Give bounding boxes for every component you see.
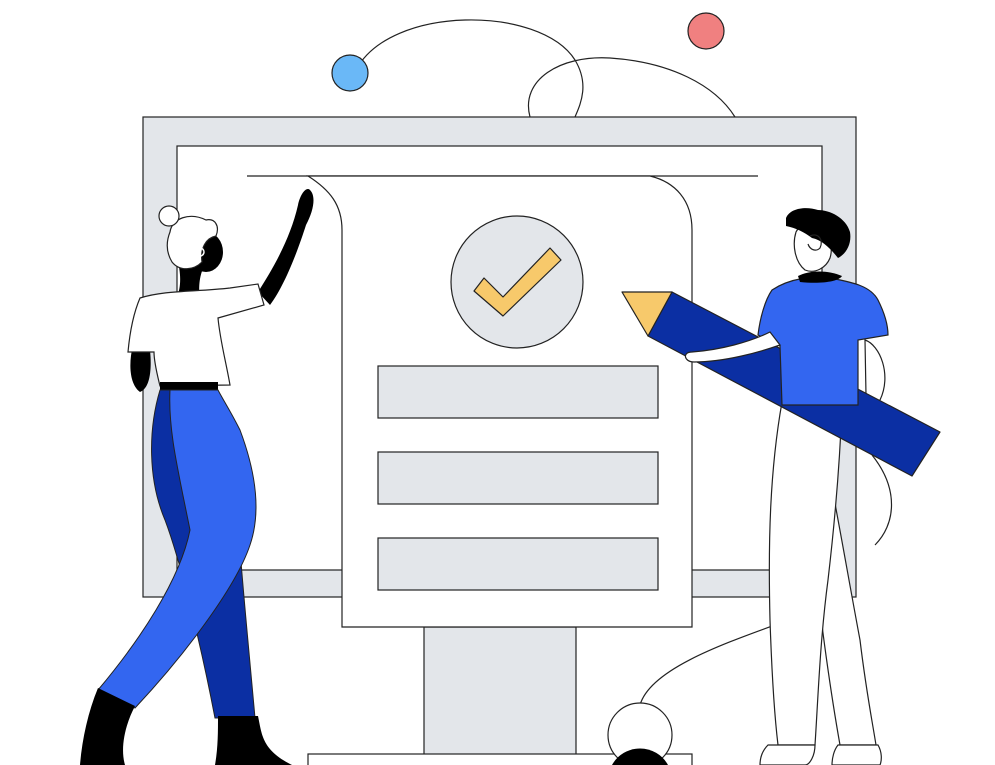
form-field-1: [377, 365, 659, 419]
form-field-3: [377, 537, 659, 591]
man-shoe-right: [831, 744, 882, 765]
monitor-stand: [423, 626, 577, 758]
red-dot: [687, 12, 725, 50]
illustration-canvas: [0, 0, 995, 765]
bottom-circle: [607, 702, 673, 765]
man-shoe-left: [759, 744, 816, 765]
woman-belt: [160, 382, 218, 390]
woman-shoe-right: [215, 716, 292, 765]
illustration-svg: [80, 12, 941, 765]
woman-hair-bun: [158, 205, 180, 227]
blue-dot: [331, 54, 369, 92]
form-field-2: [377, 451, 659, 505]
